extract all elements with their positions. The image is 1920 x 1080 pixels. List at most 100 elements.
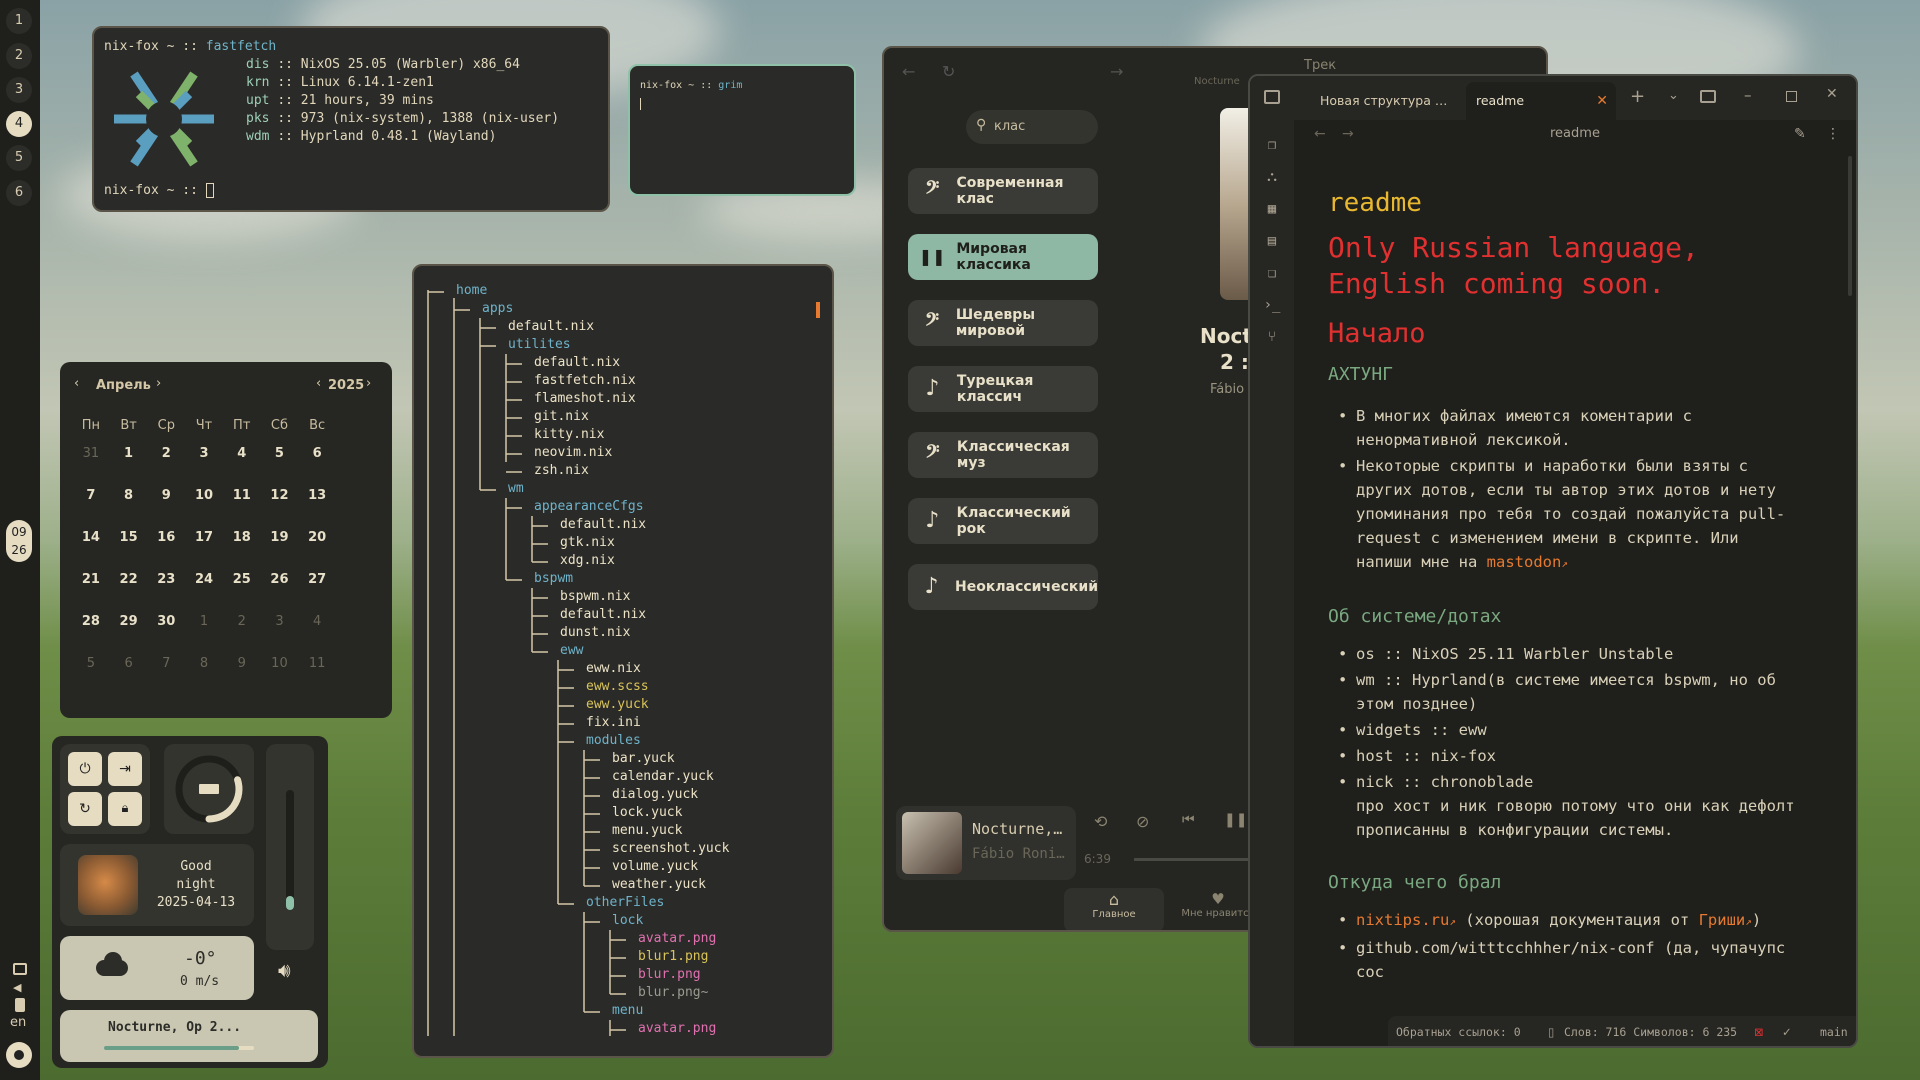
calendar-day[interactable]: 21 — [72, 572, 110, 587]
calendar-day[interactable]: 5 — [72, 656, 110, 671]
tree-file[interactable]: zsh.nix — [534, 462, 589, 480]
workspace-6[interactable]: 6 — [6, 180, 32, 206]
prev-month-button[interactable]: ‹ — [74, 376, 79, 391]
tree-folder[interactable]: modules — [586, 732, 641, 750]
tree-file[interactable]: avatar.png — [638, 930, 716, 948]
maximize-icon[interactable] — [1786, 91, 1797, 102]
calendar-day[interactable]: 2 — [147, 446, 185, 461]
tree-file[interactable]: menu.yuck — [612, 822, 682, 840]
playlist-item[interactable]: 𝄢 Классическая муз — [908, 432, 1098, 478]
tree-folder[interactable]: apps — [482, 300, 513, 318]
next-year-button[interactable]: › — [366, 376, 371, 391]
nixtips-link[interactable]: nixtips.ru — [1356, 911, 1449, 929]
calendar-day[interactable]: 18 — [223, 530, 261, 545]
terminal-icon[interactable]: ›_ — [1263, 296, 1281, 314]
calendar-day[interactable]: 12 — [261, 488, 299, 503]
git-icon[interactable]: ⑂ — [1263, 328, 1281, 346]
logout-button[interactable]: ⇥ — [108, 752, 142, 786]
tab-new-structure[interactable]: Новая структура … — [1320, 86, 1460, 116]
calendar-day[interactable]: 10 — [261, 656, 299, 671]
calendar-day[interactable]: 2 — [223, 614, 261, 629]
scroll-indicator[interactable] — [816, 302, 820, 318]
nav-back-icon[interactable]: ← — [1314, 126, 1326, 142]
edit-icon[interactable]: ✎ — [1794, 126, 1806, 142]
speaker-icon[interactable]: ◀ — [13, 981, 21, 994]
backlinks-count[interactable]: Обратных ссылок: 0 — [1396, 1016, 1521, 1046]
graph-icon[interactable]: ⛬ — [1263, 168, 1281, 186]
fastfetch-terminal[interactable]: nix-fox ~ :: fastfetch dis :: NixOS 25.0… — [92, 26, 610, 212]
tree-file[interactable]: blur.png — [638, 966, 701, 984]
calendar-day[interactable]: 6 — [298, 446, 336, 461]
sidebar-toggle-icon[interactable] — [1264, 90, 1280, 104]
nav-home[interactable]: ⌂ Главное — [1064, 888, 1164, 930]
calendar-day[interactable]: 4 — [298, 614, 336, 629]
calendar-day[interactable]: 7 — [72, 488, 110, 503]
tree-file[interactable]: git.nix — [534, 408, 589, 426]
calendar-day[interactable]: 8 — [185, 656, 223, 671]
nav-likes[interactable]: ♥ Мне нравится — [1178, 888, 1258, 930]
tree-file[interactable]: default.nix — [560, 606, 646, 624]
tree-folder[interactable]: otherFiles — [586, 894, 664, 912]
calendar-day[interactable]: 3 — [185, 446, 223, 461]
more-options-icon[interactable]: ⋮ — [1826, 126, 1840, 142]
block-button[interactable]: ⊘ — [1136, 812, 1149, 831]
calendar-day[interactable]: 31 — [72, 446, 110, 461]
tree-file[interactable]: dialog.yuck — [612, 786, 698, 804]
calendar-day[interactable]: 23 — [147, 572, 185, 587]
search-input[interactable]: ⚲ клас — [966, 110, 1098, 144]
git-branch[interactable]: main — [1820, 1016, 1848, 1046]
calendar-day[interactable]: 15 — [110, 530, 148, 545]
tree-file[interactable]: blur1.png — [638, 948, 708, 966]
calendar-day[interactable]: 25 — [223, 572, 261, 587]
workspace-2[interactable]: 2 — [6, 43, 32, 69]
templates-icon[interactable]: ❏ — [1263, 264, 1281, 282]
reboot-button[interactable]: ↻ — [68, 792, 102, 826]
calendar-day[interactable]: 19 — [261, 530, 299, 545]
calendar-day[interactable]: 4 — [223, 446, 261, 461]
open-file-icon[interactable]: ❐ — [1263, 136, 1281, 154]
tree-file[interactable]: fastfetch.nix — [534, 372, 636, 390]
speaker-icon[interactable]: 🔊︎ — [278, 958, 291, 982]
forward-button[interactable]: → — [1110, 62, 1123, 81]
tree-file[interactable]: default.nix — [508, 318, 594, 336]
volume-slider[interactable] — [266, 744, 314, 950]
tree-file[interactable]: xdg.nix — [560, 552, 615, 570]
power-button[interactable]: ⏻ — [68, 752, 102, 786]
canvas-icon[interactable]: ▦ — [1263, 200, 1281, 218]
calendar-day[interactable]: 29 — [110, 614, 148, 629]
tree-file[interactable]: dunst.nix — [560, 624, 630, 642]
workspace-5[interactable]: 5 — [6, 145, 32, 171]
tree-file[interactable]: screenshot.yuck — [612, 840, 729, 858]
workspace-3[interactable]: 3 — [6, 77, 32, 103]
close-window-icon[interactable]: ✕ — [1826, 86, 1838, 102]
next-month-button[interactable]: › — [156, 376, 161, 391]
tree-folder[interactable]: utilites — [508, 336, 571, 354]
tree-file[interactable]: blur.png~ — [638, 984, 708, 1002]
playlist-item[interactable]: ♪ Турецкая классич — [908, 366, 1098, 412]
calendar-day[interactable]: 6 — [110, 656, 148, 671]
calendar-day[interactable]: 16 — [147, 530, 185, 545]
split-view-icon[interactable] — [1700, 90, 1716, 103]
prev-year-button[interactable]: ‹ — [316, 376, 321, 391]
tree-folder[interactable]: eww — [560, 642, 583, 660]
tree-file[interactable]: lock.yuck — [612, 804, 682, 822]
tree-file[interactable]: fix.ini — [586, 714, 641, 732]
calendar-day[interactable]: 5 — [261, 446, 299, 461]
repeat-button[interactable]: ⟲ — [1094, 812, 1107, 831]
tree-folder[interactable]: menu — [612, 1002, 643, 1020]
playlist-item[interactable]: 𝄢 Шедевры мировой — [908, 300, 1098, 346]
calendar-day[interactable]: 1 — [110, 446, 148, 461]
tree-file[interactable]: default.nix — [560, 516, 646, 534]
seek-bar[interactable] — [1134, 858, 1264, 861]
calendar-day[interactable]: 26 — [261, 572, 299, 587]
language-indicator[interactable]: en — [10, 1015, 26, 1030]
refresh-button[interactable]: ↻ — [942, 62, 955, 81]
playlist-item[interactable]: ♪ Классический рок — [908, 498, 1098, 544]
grisha-link[interactable]: Гриши — [1699, 911, 1746, 929]
tree-file[interactable]: weather.yuck — [612, 876, 706, 894]
previous-button[interactable]: ⏮ — [1182, 812, 1195, 828]
tree-file[interactable]: kitty.nix — [534, 426, 604, 444]
tree-file[interactable]: avatar.png — [638, 1020, 716, 1038]
tree-folder[interactable]: home — [456, 282, 487, 300]
grim-terminal[interactable]: nix-fox ~ :: grim — [628, 64, 856, 196]
